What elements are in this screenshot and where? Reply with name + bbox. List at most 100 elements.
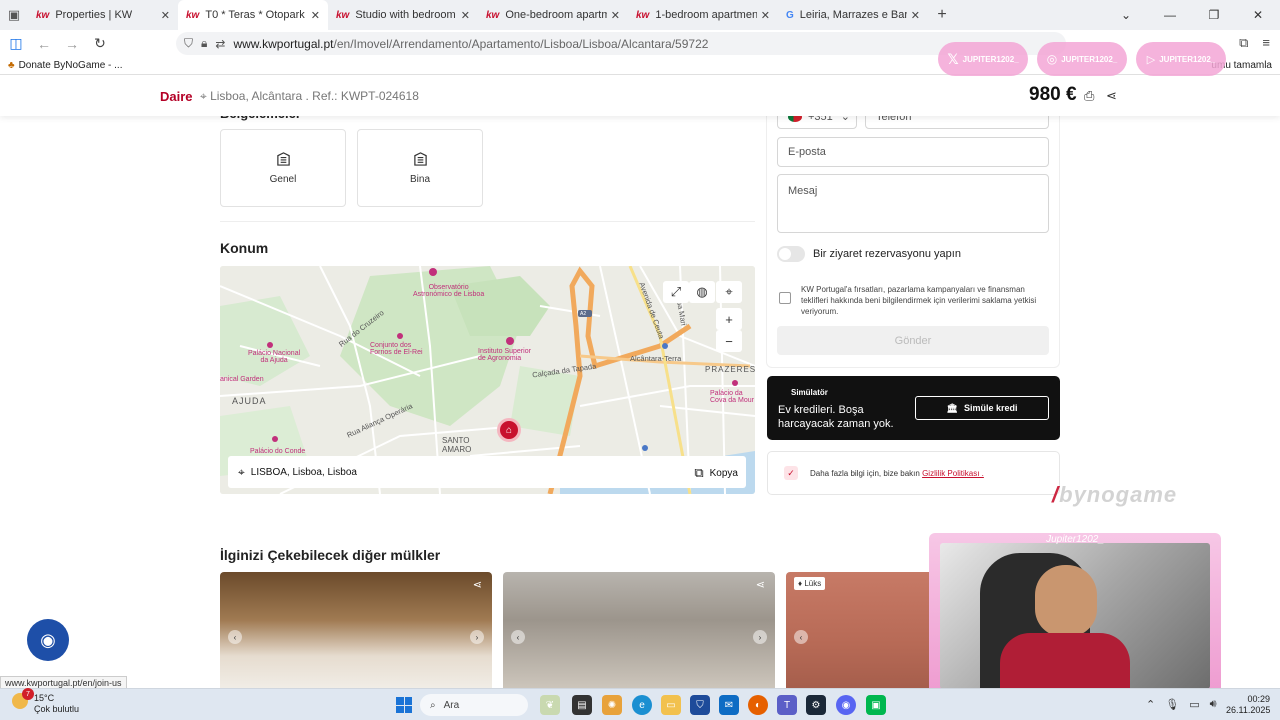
tab-3[interactable]: kw Studio with bedroom | Rental | E ✕ (328, 0, 478, 30)
zoom-out-button[interactable]: − (716, 330, 742, 352)
kw-favicon-icon: kw (486, 9, 500, 21)
map-address-bar: ⌖ LISBOA, Lisboa, Lisboa ⧉ Kopya (228, 456, 746, 488)
share-icon[interactable]: ⋖ (1106, 88, 1117, 104)
loan-simulator-card: Simülatör Ev kredileri. Boşa harcayacak … (767, 376, 1060, 440)
weather-widget[interactable]: 7 15°C Çok bulutlu (12, 688, 79, 715)
next-image-icon[interactable]: › (470, 630, 484, 644)
close-window-icon[interactable]: ✕ (1236, 0, 1280, 30)
minimize-icon[interactable]: — (1148, 0, 1192, 30)
lock-icon[interactable]: 🔒︎ (201, 36, 207, 51)
close-icon[interactable]: ✕ (611, 9, 620, 22)
doc-button-building[interactable]: Bina (357, 129, 483, 207)
tab-5[interactable]: kw 1-bedroom apartment on Rua D ✕ (628, 0, 778, 30)
back-icon[interactable]: ← (32, 36, 56, 52)
map-label-observatorio: Observatório Astronómico de Lisboa (413, 284, 485, 298)
zoom-in-button[interactable]: + (716, 308, 742, 330)
next-image-icon[interactable]: › (753, 630, 767, 644)
webcam-feed (940, 543, 1210, 689)
tab-6[interactable]: G Leiria, Marrazes e Barosa tam m ✕ (778, 0, 928, 30)
tab-1[interactable]: kw Properties | KW ✕ (28, 0, 178, 30)
property-marker-icon[interactable]: ⌂ (497, 418, 521, 442)
forward-icon[interactable]: → (60, 36, 84, 52)
close-icon[interactable]: ✕ (911, 9, 920, 22)
tab-4[interactable]: kw One-bedroom apartment for im ✕ (478, 0, 628, 30)
send-button[interactable]: Gönder (777, 326, 1049, 355)
app-icon[interactable]: ▣ (866, 695, 886, 715)
tab-list-icon[interactable]: ⌄ (1104, 0, 1148, 30)
doc-button-general[interactable]: Genel (220, 129, 346, 207)
message-placeholder: Mesaj (788, 185, 818, 197)
permissions-icon[interactable]: ⇄ (215, 37, 225, 51)
pill-label: JUPITER1202_ (1159, 54, 1216, 64)
bynogame-logo-icon: /bynogame (1052, 482, 1178, 507)
steam-icon[interactable]: ⚙ (806, 695, 826, 715)
hoodie (1000, 633, 1130, 689)
task-view-icon[interactable]: ▤ (572, 695, 592, 715)
close-icon[interactable]: ✕ (461, 9, 470, 22)
share-icon[interactable]: ⋖ (756, 578, 765, 591)
taskbar: 7 15°C Çok bulutlu ⌕ Ara ❦ ▤ ✺ e ▭ ⛉ ✉ ◐ T… (0, 688, 1280, 720)
kw-favicon-icon: kw (636, 9, 650, 21)
outlook-icon[interactable]: ✉ (719, 695, 739, 715)
volume-icon[interactable]: 🔊︎ (1210, 698, 1217, 711)
close-icon[interactable]: ✕ (161, 9, 170, 22)
prev-image-icon[interactable]: ‹ (511, 630, 525, 644)
email-field[interactable]: E-posta (777, 137, 1049, 167)
clock[interactable]: 00:29 26.11.2025 (1226, 694, 1270, 716)
property-card-3[interactable]: ♦ Lüks ‹ (786, 572, 936, 688)
shield-icon[interactable]: ⛉ (184, 36, 193, 51)
workspaces-icon[interactable]: ◫ (4, 35, 28, 52)
store-icon[interactable]: ⛉ (690, 695, 710, 715)
privacy-link[interactable]: Gizlilik Politikası . (922, 469, 984, 478)
globe-icon[interactable]: ◍ (689, 281, 715, 303)
bookmark-item[interactable]: Donate ByNoGame - ... (19, 60, 123, 71)
tab-actions-icon[interactable]: ▣ (0, 0, 28, 30)
message-field[interactable]: Mesaj (777, 174, 1049, 233)
simulate-loan-label: Simüle kredi (963, 403, 1018, 413)
share-icon[interactable]: ⋖ (473, 578, 482, 591)
property-card-2[interactable]: ⋖ ‹ › (503, 572, 775, 688)
chevron-up-icon[interactable]: ⌃ (1146, 698, 1155, 711)
property-card-1[interactable]: ⋖ ‹ › (220, 572, 492, 688)
fingerprint-icon[interactable]: ◉ (27, 619, 69, 661)
start-icon[interactable] (396, 697, 412, 713)
prev-image-icon[interactable]: ‹ (228, 630, 242, 644)
visit-toggle-row: Bir ziyaret rezervasyonu yapın (777, 246, 961, 262)
new-tab-icon[interactable]: + (928, 6, 956, 24)
url-text[interactable]: www.kwportugal.pt/en/Imovel/Arrendamento… (233, 37, 708, 51)
visit-toggle[interactable] (777, 246, 805, 262)
copilot-icon[interactable]: ✺ (602, 695, 622, 715)
copy-button[interactable]: ⧉ Kopya (694, 465, 738, 481)
simulate-loan-button[interactable]: 🏛︎ Simüle kredi (915, 396, 1049, 420)
related-heading: İlginizi Çekebilecek diğer mülkler (220, 547, 441, 563)
taskbar-search[interactable]: ⌕ Ara (420, 694, 528, 716)
firefox-icon[interactable]: ◐ (748, 695, 768, 715)
file-explorer-icon[interactable]: ▭ (661, 695, 681, 715)
discord-icon[interactable]: ◉ (836, 695, 856, 715)
widget-app-icon[interactable]: ❦ (540, 695, 560, 715)
maximize-icon[interactable]: ❐ (1192, 0, 1236, 30)
tab-title: T0 * Teras * Otopark * Depolam (205, 9, 306, 21)
edge-icon[interactable]: e (632, 695, 652, 715)
listing-location-text: Lisboa, Alcântara . Ref.: KWPT-024618 (210, 89, 419, 103)
fullscreen-icon[interactable]: ⤢ (663, 281, 689, 303)
building-icon (413, 152, 427, 166)
prev-image-icon[interactable]: ‹ (794, 630, 808, 644)
location-pin-icon: ⌖ (238, 464, 245, 479)
location-map[interactable]: Observatório Astronómico de Lisboa Paláci… (220, 266, 755, 494)
consent-checkbox[interactable] (779, 292, 791, 304)
badge-label: Lüks (804, 579, 822, 588)
extensions-icon[interactable]: ⧉ (1239, 35, 1248, 51)
tab-2[interactable]: kw T0 * Teras * Otopark * Depolam ✕ (178, 0, 328, 30)
address-bar[interactable]: ⛉ 🔒︎ ⇄ www.kwportugal.pt/en/Imovel/Arren… (176, 32, 1066, 55)
reload-icon[interactable]: ↻ (88, 35, 112, 52)
teams-icon[interactable]: T (777, 695, 797, 715)
network-icon[interactable]: ▭ (1189, 698, 1199, 711)
menu-icon[interactable]: ≡ (1262, 35, 1270, 51)
close-icon[interactable]: ✕ (761, 9, 770, 22)
locate-icon[interactable]: ⌖ (716, 281, 742, 303)
map-label-palacio-conde: Palácio do Conde (250, 448, 306, 455)
microphone-icon[interactable]: 🎙︎ (1165, 698, 1179, 711)
close-icon[interactable]: ✕ (311, 9, 320, 22)
print-icon[interactable]: ⎙ (1084, 88, 1094, 104)
